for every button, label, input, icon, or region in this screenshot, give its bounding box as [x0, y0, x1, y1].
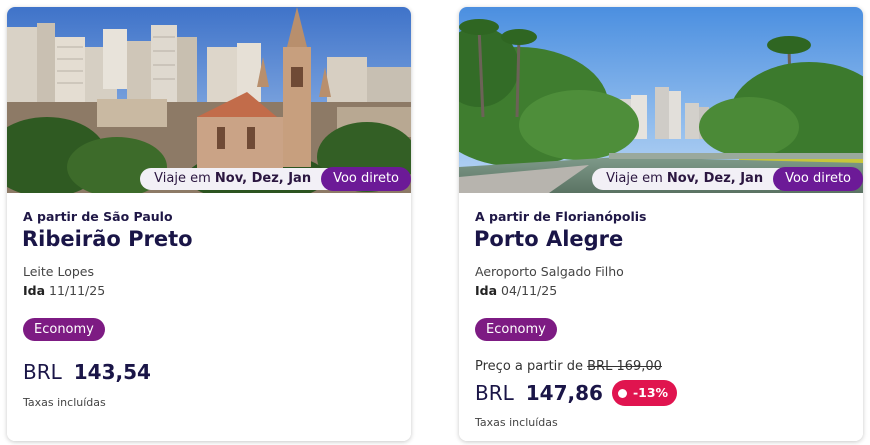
price-row: BRL 143,54: [23, 360, 151, 384]
direct-flight-badge: Voo direto: [321, 167, 411, 191]
destination-city[interactable]: Porto Alegre: [474, 227, 623, 251]
card-details: A partir de Florianópolis Porto Alegre A…: [459, 197, 863, 441]
travel-months-value: Nov, Dez, Jan: [666, 171, 764, 186]
airport-name: Leite Lopes: [23, 264, 95, 279]
card-details: A partir de São Paulo Ribeirão Preto Lei…: [7, 197, 411, 441]
discount-badge: -13%: [611, 380, 678, 406]
origin-label: A partir de São Paulo: [23, 209, 173, 224]
departure-date-label: Ida: [23, 283, 46, 298]
price-amount: 147,86: [525, 381, 603, 405]
taxes-note: Taxas incluídas: [475, 416, 558, 429]
destination-card-porto-alegre[interactable]: Viaje em Nov, Dez, Jan Voo direto A part…: [459, 7, 863, 441]
departure-date-label: Ida: [475, 283, 498, 298]
origin-label: A partir de Florianópolis: [475, 209, 647, 224]
travel-info-pills: Viaje em Nov, Dez, Jan Voo direto: [140, 167, 411, 191]
departure-date-value: 04/11/25: [501, 283, 558, 298]
original-price: Preço a partir de BRL 169,00: [475, 359, 662, 374]
destination-photo: Viaje em Nov, Dez, Jan Voo direto: [459, 7, 863, 193]
cabin-class-badge: Economy: [475, 318, 557, 341]
departure-date: Ida 04/11/25: [475, 283, 557, 298]
taxes-note: Taxas incluídas: [23, 396, 106, 409]
old-price-value: BRL 169,00: [587, 359, 662, 374]
cabin-class-badge: Economy: [23, 318, 105, 341]
destination-photo: Viaje em Nov, Dez, Jan Voo direto: [7, 7, 411, 193]
destination-city[interactable]: Ribeirão Preto: [22, 227, 193, 251]
price-row: BRL 147,86 -13%: [475, 380, 678, 406]
travel-months-prefix: Viaje em: [154, 171, 211, 186]
discount-dot-icon: [617, 388, 627, 398]
travel-months-value: Nov, Dez, Jan: [214, 171, 312, 186]
price-currency: BRL: [475, 381, 514, 405]
travel-months-pill: Viaje em Nov, Dez, Jan: [592, 168, 786, 190]
price-amount: 143,54: [73, 360, 151, 384]
destination-card-ribeirao-preto[interactable]: Viaje em Nov, Dez, Jan Voo direto A part…: [7, 7, 411, 441]
price-currency: BRL: [23, 360, 62, 384]
departure-date: Ida 11/11/25: [23, 283, 105, 298]
travel-months-prefix: Viaje em: [606, 171, 663, 186]
departure-date-value: 11/11/25: [49, 283, 106, 298]
direct-flight-badge: Voo direto: [773, 167, 863, 191]
airport-name: Aeroporto Salgado Filho: [475, 264, 624, 279]
travel-months-pill: Viaje em Nov, Dez, Jan: [140, 168, 334, 190]
discount-value: -13%: [632, 385, 669, 400]
travel-info-pills: Viaje em Nov, Dez, Jan Voo direto: [592, 167, 863, 191]
price-from-label: Preço a partir de: [475, 359, 583, 374]
